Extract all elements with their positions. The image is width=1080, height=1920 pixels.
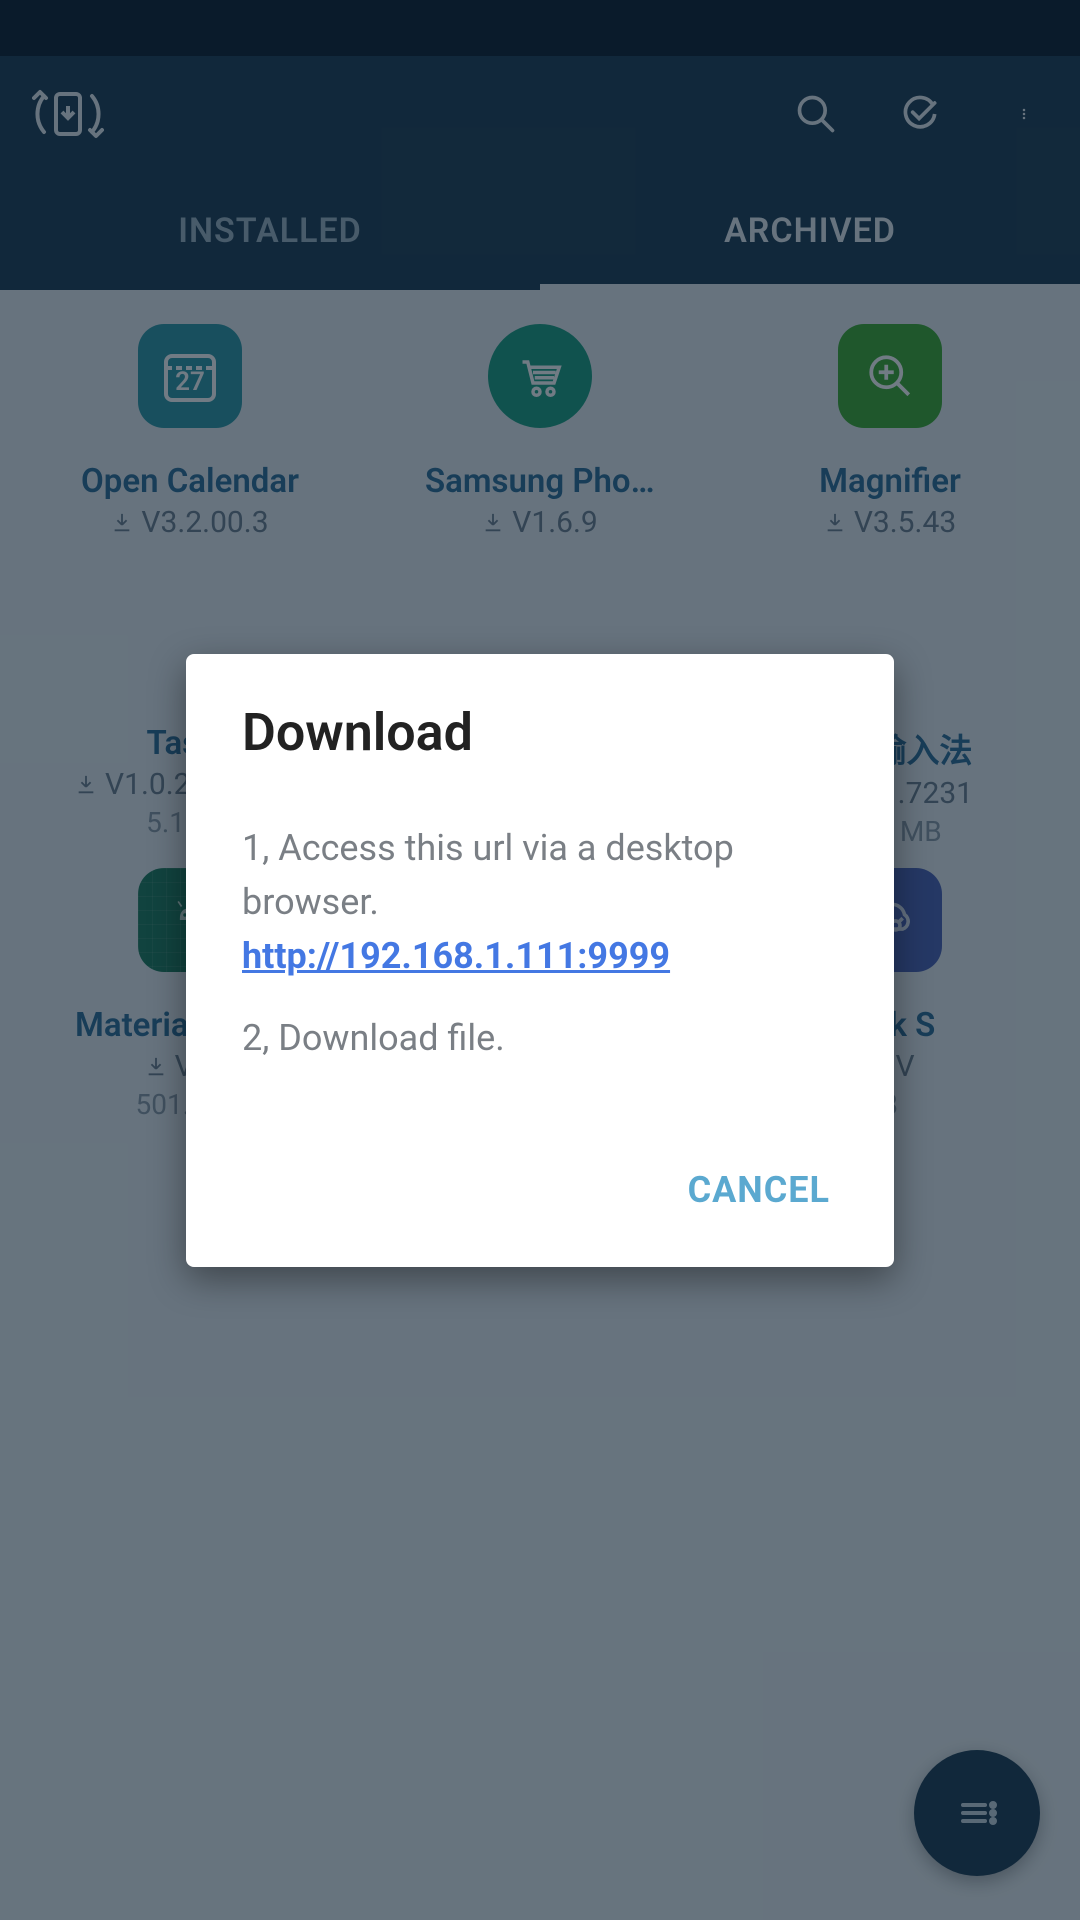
dialog-title: Download	[242, 702, 838, 763]
modal-overlay: Download 1, Access this url via a deskto…	[0, 0, 1080, 1920]
dialog-body: 1, Access this url via a desktop browser…	[242, 821, 838, 1065]
cancel-button[interactable]: CANCEL	[680, 1153, 838, 1227]
dialog-step1-text: 1, Access this url via a desktop browser…	[242, 827, 734, 923]
dialog-step2-text: 2, Download file.	[242, 1011, 838, 1065]
download-dialog: Download 1, Access this url via a deskto…	[186, 654, 894, 1267]
dialog-url-link[interactable]: http://192.168.1.111:9999	[242, 935, 670, 977]
